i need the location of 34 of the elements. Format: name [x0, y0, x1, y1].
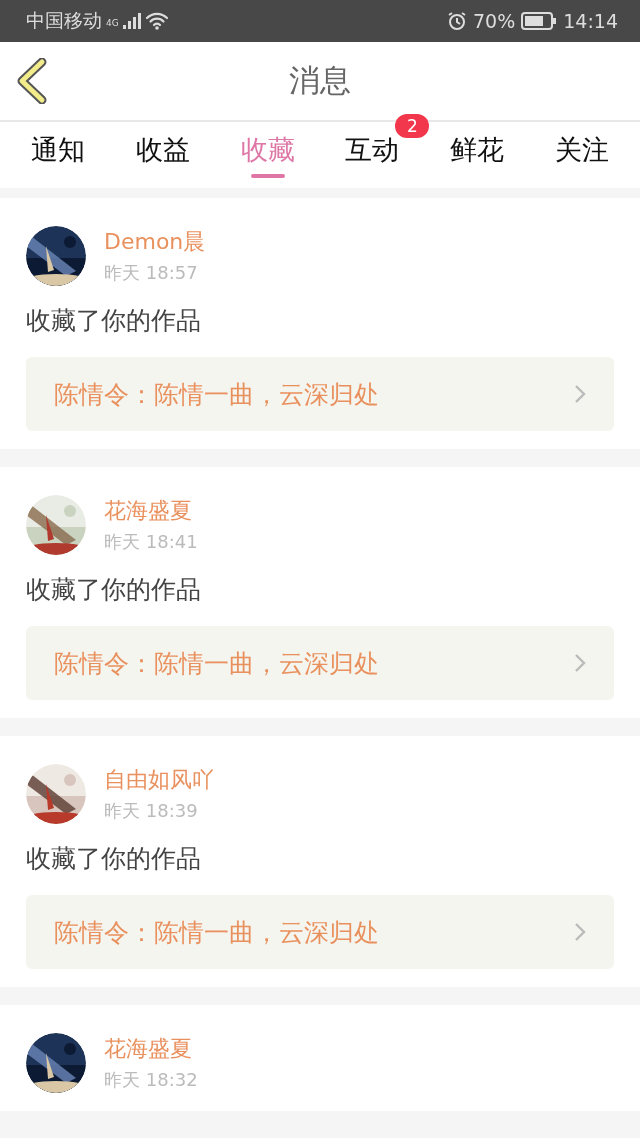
tab[interactable]: 通知	[31, 132, 86, 168]
work-link[interactable]: 陈情令：陈情一曲，云深归处	[26, 626, 614, 700]
tab[interactable]: 鲜花	[449, 132, 504, 168]
clock-time: 14:14	[563, 10, 618, 32]
battery-percent: 70%	[473, 10, 516, 32]
battery-icon	[521, 12, 558, 30]
chevron-right-icon	[574, 922, 586, 942]
carrier-name: 中国移动	[26, 8, 102, 33]
chevron-right-icon	[574, 384, 586, 404]
user-name[interactable]: 自由如风吖	[104, 765, 214, 795]
chevron-right-icon	[574, 653, 586, 673]
back-icon[interactable]	[16, 58, 48, 104]
tab[interactable]: 关注	[554, 132, 609, 168]
tab[interactable]: 收益	[136, 132, 190, 168]
work-link[interactable]: 陈情令：陈情一曲，云深归处	[26, 357, 614, 431]
page-title: 消息	[289, 61, 351, 100]
message-text: 收藏了你的作品	[26, 305, 202, 337]
user-name[interactable]: 花海盛夏	[104, 1034, 198, 1064]
user-name[interactable]: 花海盛夏	[104, 496, 198, 526]
work-link[interactable]: 陈情令：陈情一曲，云深归处	[26, 895, 614, 969]
signal-icon	[122, 13, 141, 29]
message-time: 昨天 18:41	[104, 530, 198, 554]
alarm-icon	[447, 11, 467, 31]
wifi-icon	[144, 12, 169, 30]
message-text: 收藏了你的作品	[26, 843, 202, 875]
user-name[interactable]: Demon晨	[104, 227, 206, 257]
network-type: 4G	[106, 18, 119, 28]
message-time: 昨天 18:57	[104, 261, 199, 285]
message-time: 昨天 18:39	[104, 799, 199, 823]
tab-indicator	[250, 174, 285, 178]
message-text: 收藏了你的作品	[26, 574, 202, 606]
message-time: 昨天 18:32	[104, 1068, 198, 1092]
tab[interactable]: 收藏	[240, 132, 295, 168]
unread-badge: 2	[395, 114, 430, 138]
